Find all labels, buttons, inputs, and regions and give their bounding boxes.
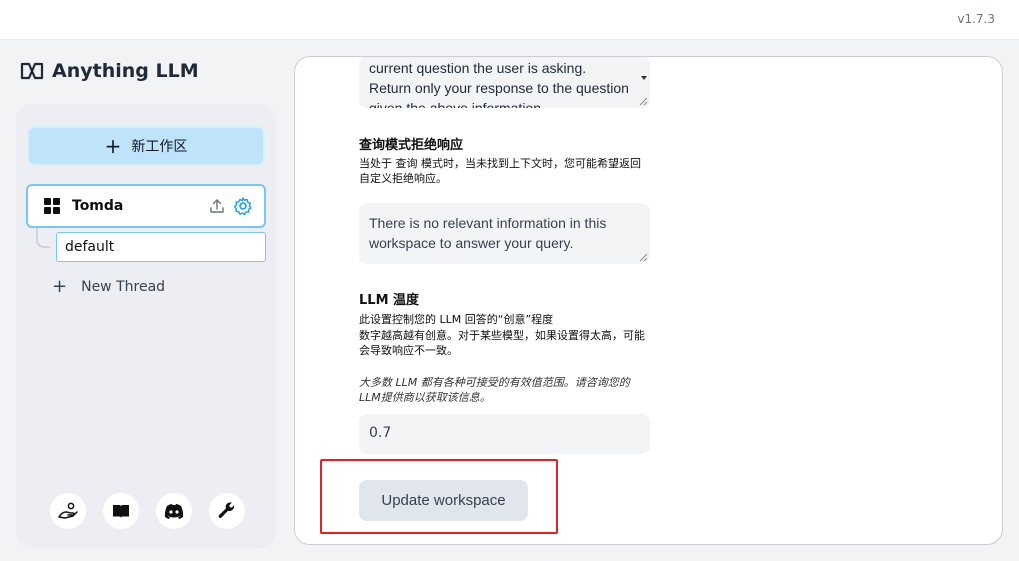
app-logo[interactable]: Anything LLM	[20, 60, 199, 82]
system-prompt-text: current question the user is asking. Ret…	[369, 60, 629, 108]
llm-temperature-input[interactable]: 0.7	[359, 414, 650, 454]
llm-temperature-description-2: 数字越高越有创意。对于某些模型，如果设置得太高，可能会导致响应不一致。	[359, 329, 645, 357]
new-workspace-label: 新工作区	[131, 139, 188, 155]
community-hub-icon[interactable]	[50, 493, 86, 529]
resize-handle-icon[interactable]	[638, 252, 648, 262]
refusal-response-text: There is no relevant information in this…	[369, 215, 607, 251]
refusal-response-textarea[interactable]: There is no relevant information in this…	[359, 203, 650, 264]
version-label: v1.7.3	[957, 12, 995, 26]
system-prompt-textarea[interactable]: current question the user is asking. Ret…	[359, 57, 650, 108]
docs-book-icon[interactable]	[103, 493, 139, 529]
highlight-annotation-box	[320, 459, 558, 534]
new-thread-label: New Thread	[81, 278, 166, 295]
upload-icon[interactable]	[206, 195, 228, 217]
new-workspace-button[interactable]: + 新工作区	[27, 126, 265, 166]
plus-icon: +	[52, 276, 68, 297]
llm-temperature-description-1: 此设置控制您的 LLM 回答的“创意”程度	[359, 313, 554, 326]
workspace-name: Tomda	[72, 198, 124, 214]
llm-temperature-title: LLM 温度	[359, 293, 420, 308]
resize-handle-icon[interactable]	[638, 96, 648, 106]
workspace-grid-icon	[44, 198, 60, 214]
scroll-down-arrow-icon[interactable]	[641, 76, 647, 80]
discord-icon[interactable]	[156, 493, 192, 529]
llm-temperature-note: 大多数 LLM 都有各种可接受的有效值范围。请咨询您的LLM提供商以获取该信息。	[359, 376, 630, 404]
top-bar: v1.7.3	[0, 0, 1019, 40]
new-thread-button[interactable]: + New Thread	[52, 276, 165, 297]
logo-text: Anything LLM	[52, 60, 199, 82]
plus-icon: +	[104, 134, 122, 158]
refusal-response-title: 查询模式拒绝响应	[359, 138, 464, 153]
workspace-settings-gear-icon[interactable]	[232, 195, 254, 217]
settings-wrench-icon[interactable]	[209, 493, 245, 529]
workspace-item-tomda[interactable]: Tomda	[26, 184, 266, 228]
thread-item-default[interactable]: default	[56, 232, 266, 262]
thread-connector-line	[36, 228, 50, 248]
sidebar	[16, 104, 276, 548]
anything-llm-logo-icon	[20, 62, 44, 80]
sidebar-footer	[50, 493, 245, 529]
refusal-response-description: 当处于 查询 模式时，当未找到上下文时，您可能希望返回自定义拒绝响应。	[359, 157, 641, 185]
